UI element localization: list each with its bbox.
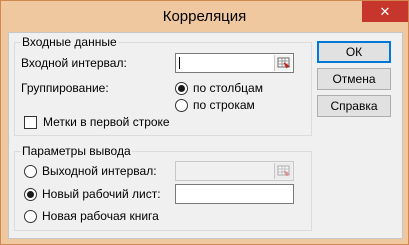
new-workbook-label[interactable]: Новая рабочая книга bbox=[42, 209, 159, 223]
output-options-group: Параметры вывода Выходной интервал: Новы bbox=[14, 144, 312, 231]
output-range-field[interactable] bbox=[175, 161, 294, 181]
input-data-group: Входные данные Входной интервал: Группир… bbox=[14, 35, 312, 136]
cancel-button[interactable]: Отмена bbox=[317, 68, 391, 90]
help-button[interactable]: Справка bbox=[317, 95, 391, 117]
radio-selected-dot bbox=[27, 191, 34, 198]
new-worksheet-label[interactable]: Новый рабочий лист: bbox=[42, 187, 161, 201]
labels-first-row-label[interactable]: Метки в первой строке bbox=[43, 115, 170, 129]
radio-selected-dot bbox=[178, 85, 185, 92]
input-range-label: Входной интервал: bbox=[21, 56, 127, 70]
group-by-rows-radio[interactable] bbox=[175, 99, 188, 112]
grouping-label: Группирование: bbox=[21, 81, 109, 95]
dialog-client-area: Входные данные Входной интервал: Группир… bbox=[8, 32, 403, 239]
new-worksheet-name-field[interactable] bbox=[175, 184, 294, 204]
correlation-dialog: Корреляция ✕ Входные данные Входной инте… bbox=[0, 0, 409, 245]
output-range-label[interactable]: Выходной интервал: bbox=[42, 164, 157, 178]
group-by-columns-label[interactable]: по столбцам bbox=[193, 81, 263, 95]
collapse-dialog-icon[interactable] bbox=[274, 163, 292, 179]
output-range-radio[interactable] bbox=[24, 165, 37, 178]
group-by-rows-label[interactable]: по строкам bbox=[193, 98, 255, 112]
output-options-group-title: Параметры вывода bbox=[21, 144, 132, 158]
title-bar: Корреляция ✕ bbox=[1, 1, 408, 33]
window-title: Корреляция bbox=[162, 8, 247, 25]
ok-button[interactable]: ОК bbox=[317, 41, 391, 63]
text-caret bbox=[179, 57, 180, 69]
close-icon[interactable]: ✕ bbox=[362, 1, 408, 22]
input-data-group-title: Входные данные bbox=[21, 35, 118, 49]
group-by-columns-radio[interactable] bbox=[175, 82, 188, 95]
new-worksheet-radio[interactable] bbox=[24, 188, 37, 201]
labels-first-row-checkbox[interactable] bbox=[24, 116, 37, 129]
new-workbook-radio[interactable] bbox=[24, 210, 37, 223]
input-range-field[interactable] bbox=[175, 53, 294, 73]
collapse-dialog-icon[interactable] bbox=[274, 55, 292, 71]
